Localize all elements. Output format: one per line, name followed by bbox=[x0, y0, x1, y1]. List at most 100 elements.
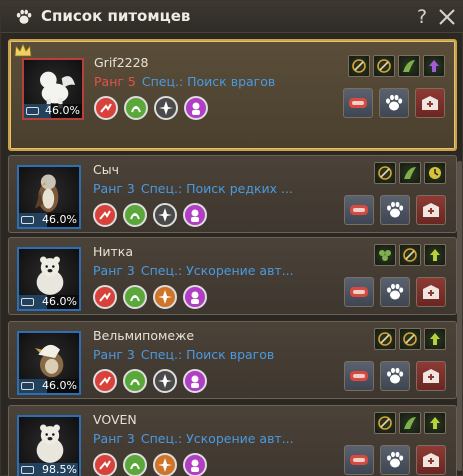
pet-card[interactable]: 46.0% Сыч Ранг 3 Спец.: Поиск редких ... bbox=[8, 155, 457, 233]
pet-rank: Ранг 5 bbox=[94, 74, 136, 89]
trait-target-icon[interactable] bbox=[374, 412, 396, 434]
skill-icon[interactable] bbox=[184, 96, 208, 120]
skill-icon[interactable] bbox=[153, 453, 177, 476]
title-bar: Список питомцев ? bbox=[1, 1, 463, 33]
feed-percent: 46.0% bbox=[45, 104, 80, 117]
pet-skills bbox=[93, 369, 207, 393]
pet-portrait[interactable]: 98.5% bbox=[17, 415, 81, 476]
trait-target-icon[interactable] bbox=[399, 328, 421, 350]
skill-icon[interactable] bbox=[93, 285, 117, 309]
skill-icon[interactable] bbox=[123, 285, 147, 309]
skill-icon[interactable] bbox=[123, 369, 147, 393]
pet-card[interactable]: 46.0% Нитка Ранг 3 Спец.: Ускорение авт... bbox=[8, 237, 457, 315]
pet-name: Сыч bbox=[93, 162, 119, 177]
command-button[interactable] bbox=[380, 277, 410, 307]
feed-button[interactable] bbox=[344, 445, 374, 475]
release-icon bbox=[422, 96, 438, 110]
close-icon[interactable] bbox=[436, 5, 458, 29]
paw-icon bbox=[387, 367, 404, 384]
pet-rank: Ранг 3 bbox=[93, 431, 135, 446]
trait-target-icon[interactable] bbox=[348, 55, 370, 77]
pet-actions bbox=[344, 277, 446, 307]
release-icon bbox=[423, 285, 439, 299]
pet-traits bbox=[374, 412, 446, 434]
pet-rank: Ранг 3 bbox=[93, 347, 135, 362]
skill-icon[interactable] bbox=[93, 203, 117, 227]
trait-target-icon[interactable] bbox=[374, 162, 396, 184]
release-button[interactable] bbox=[416, 195, 446, 225]
skill-icon[interactable] bbox=[183, 453, 207, 476]
pet-card[interactable]: 46.0% Вельмипомеже Ранг 3 Спец.: Поиск враг… bbox=[8, 321, 457, 399]
pet-list[interactable]: 46.0% Grif2228 Ранг 5 Спец.: Поиск врагов 46… bbox=[1, 37, 463, 476]
command-button[interactable] bbox=[380, 445, 410, 475]
trait-wing-icon[interactable] bbox=[399, 162, 421, 184]
pet-portrait[interactable]: 46.0% bbox=[22, 58, 84, 120]
feed-percent: 98.5% bbox=[42, 463, 77, 476]
skill-icon[interactable] bbox=[183, 203, 207, 227]
skill-icon[interactable] bbox=[153, 285, 177, 309]
pet-traits bbox=[374, 328, 446, 350]
skill-icon[interactable] bbox=[123, 453, 147, 476]
trait-purple-arrow-icon[interactable] bbox=[423, 55, 445, 77]
release-button[interactable] bbox=[416, 277, 446, 307]
pet-spec: Спец.: Ускорение авт... bbox=[140, 431, 294, 446]
scrollbar[interactable] bbox=[457, 161, 462, 471]
trait-target-icon[interactable] bbox=[374, 328, 396, 350]
skill-icon[interactable] bbox=[93, 453, 117, 476]
pet-spec: Спец.: Ускорение авт... bbox=[140, 263, 294, 278]
skill-icon[interactable] bbox=[94, 96, 118, 120]
command-button[interactable] bbox=[380, 361, 410, 391]
trait-arrow-icon[interactable] bbox=[424, 412, 446, 434]
trait-arrow-icon[interactable] bbox=[424, 244, 446, 266]
pet-card[interactable]: 98.5% VOVEN Ранг 3 Спец.: Ускорение авт... bbox=[8, 405, 457, 476]
pet-skills bbox=[94, 96, 208, 120]
feed-button[interactable] bbox=[344, 361, 374, 391]
food-icon bbox=[21, 382, 34, 390]
trait-clock-icon[interactable] bbox=[424, 162, 446, 184]
pet-rank: Ранг 3 bbox=[93, 263, 135, 278]
command-button[interactable] bbox=[380, 195, 410, 225]
command-button[interactable] bbox=[379, 88, 409, 118]
trait-wing-icon[interactable] bbox=[398, 55, 420, 77]
paw-icon bbox=[387, 451, 404, 468]
skill-icon[interactable] bbox=[154, 96, 178, 120]
trait-clover-icon[interactable] bbox=[374, 244, 396, 266]
skill-icon[interactable] bbox=[93, 369, 117, 393]
release-button[interactable] bbox=[416, 445, 446, 475]
skill-icon[interactable] bbox=[124, 96, 148, 120]
trait-target-icon[interactable] bbox=[399, 244, 421, 266]
pet-actions bbox=[344, 195, 446, 225]
skill-icon[interactable] bbox=[183, 369, 207, 393]
release-button[interactable] bbox=[415, 88, 445, 118]
trait-target-icon[interactable] bbox=[373, 55, 395, 77]
trait-wing-icon[interactable] bbox=[399, 412, 421, 434]
pet-portrait[interactable]: 46.0% bbox=[17, 247, 81, 311]
help-button[interactable]: ? bbox=[411, 5, 433, 29]
pet-actions bbox=[344, 361, 446, 391]
bowl-icon bbox=[350, 455, 368, 465]
skill-icon[interactable] bbox=[123, 203, 147, 227]
pet-card[interactable]: 46.0% Grif2228 Ранг 5 Спец.: Поиск врагов bbox=[8, 39, 457, 151]
pet-spec: Спец.: Поиск врагов bbox=[141, 74, 276, 89]
trait-arrow-icon[interactable] bbox=[424, 328, 446, 350]
release-button[interactable] bbox=[416, 361, 446, 391]
rank-line: Ранг 3 Спец.: Поиск редких ... bbox=[93, 181, 293, 196]
rank-line: Ранг 3 Спец.: Ускорение авт... bbox=[93, 431, 294, 446]
release-icon bbox=[423, 369, 439, 383]
pet-portrait[interactable]: 46.0% bbox=[17, 331, 81, 395]
paw-icon bbox=[387, 283, 404, 300]
feed-button[interactable] bbox=[343, 88, 373, 118]
feed-button[interactable] bbox=[344, 277, 374, 307]
food-icon bbox=[21, 466, 34, 474]
rank-line: Ранг 5 Спец.: Поиск врагов bbox=[94, 74, 275, 89]
skill-icon[interactable] bbox=[153, 369, 177, 393]
skill-icon[interactable] bbox=[183, 285, 207, 309]
pet-portrait[interactable]: 46.0% bbox=[17, 165, 81, 229]
feed-button[interactable] bbox=[344, 195, 374, 225]
feed-level-bar: 46.0% bbox=[24, 104, 82, 118]
pet-name: Grif2228 bbox=[94, 55, 149, 70]
window-title: Список питомцев bbox=[41, 7, 191, 25]
skill-icon[interactable] bbox=[153, 203, 177, 227]
food-icon bbox=[21, 216, 34, 224]
crown-icon bbox=[14, 43, 32, 57]
